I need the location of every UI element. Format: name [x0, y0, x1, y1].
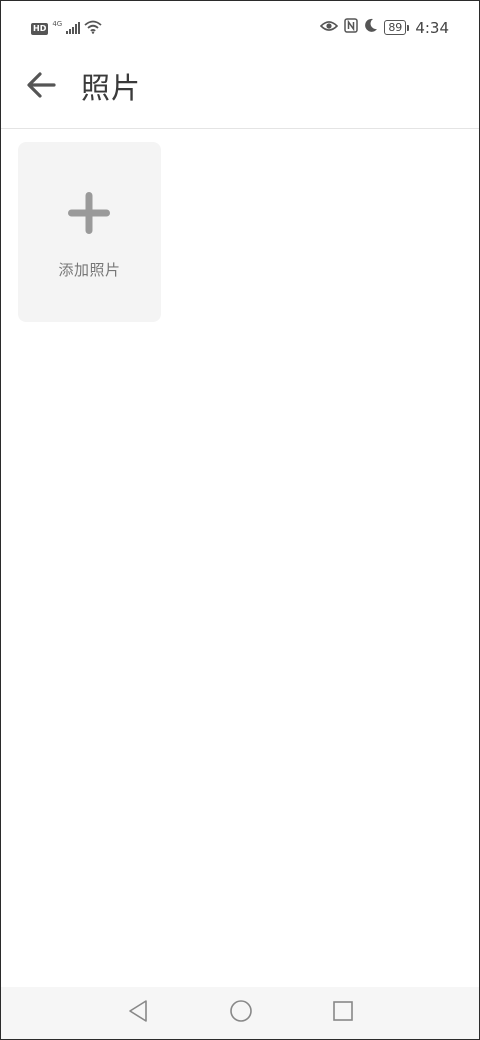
back-button[interactable] [23, 69, 59, 105]
signal-icon [66, 19, 81, 38]
add-photo-label: 添加照片 [58, 261, 121, 279]
wifi-icon [84, 19, 102, 38]
nav-recents-button[interactable] [330, 1000, 356, 1026]
nav-back-button[interactable] [125, 1000, 151, 1026]
battery-tip [407, 24, 410, 31]
moon-icon [364, 18, 378, 37]
home-circle-icon [229, 999, 253, 1027]
screen: HD 4G 89 4:34 照片 添加照片 [0, 0, 480, 1040]
nfc-icon [344, 18, 359, 37]
add-photo-tile[interactable]: 添加照片 [18, 142, 161, 322]
system-nav-bar [1, 987, 479, 1039]
battery-icon: 89 [384, 20, 410, 35]
eye-icon [320, 18, 339, 37]
page-title: 照片 [81, 71, 142, 105]
recents-square-icon [332, 1000, 354, 1026]
arrow-left-icon [26, 71, 56, 103]
nav-home-button[interactable] [228, 1000, 254, 1026]
battery-level: 89 [384, 20, 407, 35]
hd-badge: HD [31, 22, 49, 35]
network-type-label: 4G [52, 19, 63, 28]
status-right-group: 89 4:34 [320, 18, 449, 37]
app-bar: 照片 [1, 53, 479, 129]
plus-icon [68, 192, 110, 234]
status-time: 4:34 [415, 18, 449, 37]
status-left-group: HD 4G [31, 19, 102, 38]
back-triangle-icon [127, 999, 149, 1027]
status-bar: HD 4G 89 4:34 [1, 1, 479, 53]
